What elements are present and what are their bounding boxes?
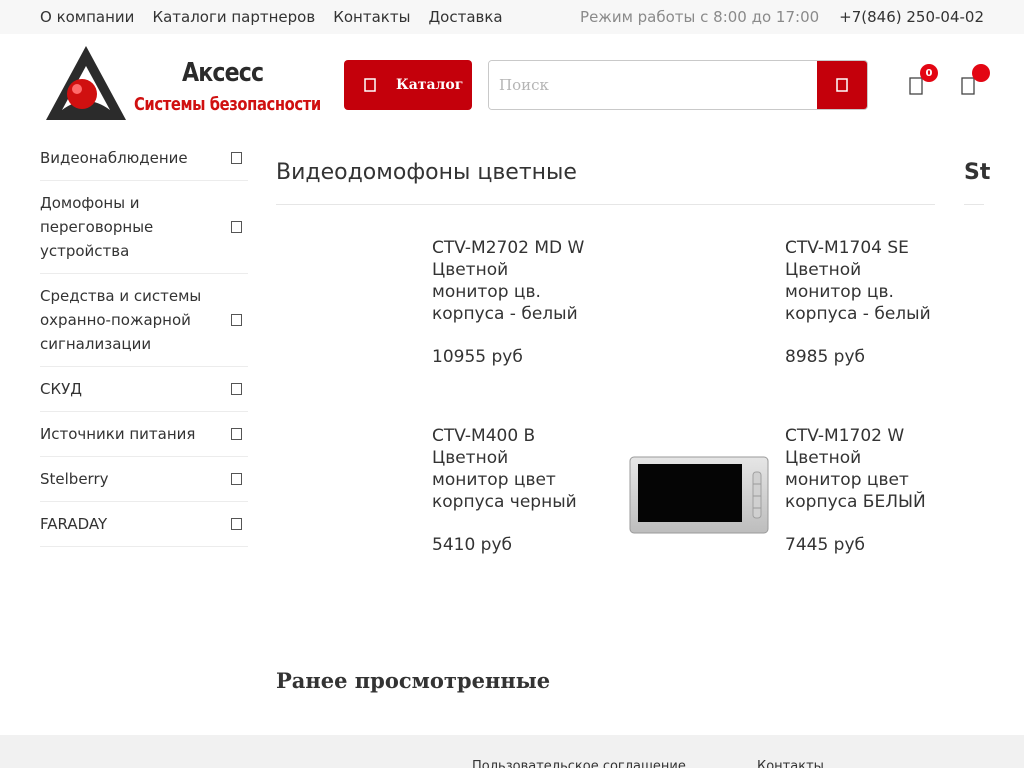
- cart-indicator-badge: [972, 64, 990, 82]
- sidebar-item-access-control[interactable]: СКУД: [40, 367, 248, 412]
- catalog-button-label: Каталог: [396, 77, 464, 93]
- logo-emblem-icon: [46, 46, 126, 120]
- search-button[interactable]: [817, 61, 867, 109]
- product-price: 8985 руб: [785, 347, 866, 367]
- product-card[interactable]: CTV-M2702 MD W Цветной монитор цв. корпу…: [432, 237, 587, 367]
- recently-viewed-title: Ранее просмотренные: [276, 668, 551, 693]
- search-icon: [836, 78, 848, 92]
- logo-subtitle-text: Системы безопасности: [134, 94, 321, 115]
- product-image-monitor[interactable]: [629, 456, 769, 534]
- favorites-button[interactable]: 0: [900, 64, 938, 102]
- top-nav: О компании Каталоги партнеров Контакты Д…: [40, 0, 503, 34]
- sidebar-item-label: FARADAY: [40, 515, 108, 533]
- favorites-count-badge: 0: [920, 64, 938, 82]
- category-sidebar: Видеонаблюдение Домофоны и переговорные …: [40, 136, 248, 547]
- product-price: 5410 руб: [432, 535, 513, 555]
- sidebar-item-label: Видеонаблюдение: [40, 149, 188, 167]
- top-nav-contacts-link[interactable]: Контакты: [333, 8, 410, 26]
- product-name[interactable]: CTV-M400 B Цветной монитор цвет корпуса …: [432, 425, 587, 513]
- top-bar: О компании Каталоги партнеров Контакты Д…: [0, 0, 1024, 34]
- sidebar-item-intercoms[interactable]: Домофоны и переговорные устройства: [40, 181, 248, 274]
- footer-contacts-link[interactable]: Контакты: [757, 759, 824, 768]
- sidebar-item-video-surveillance[interactable]: Видеонаблюдение: [40, 136, 248, 181]
- top-nav-partner-catalogs-link[interactable]: Каталоги партнеров: [152, 8, 315, 26]
- phone-number[interactable]: +7(846) 250-04-02: [839, 8, 984, 26]
- expand-icon[interactable]: [231, 314, 242, 326]
- product-name[interactable]: CTV-M2702 MD W Цветной монитор цв. корпу…: [432, 237, 587, 325]
- footer: Пользовательское соглашение Контакты: [0, 735, 1024, 768]
- sidebar-item-fire-alarm[interactable]: Средства и системы охранно-пожарной сигн…: [40, 274, 248, 367]
- top-info: Режим работы с 8:00 до 17:00 +7(846) 250…: [580, 0, 984, 34]
- top-nav-about-link[interactable]: О компании: [40, 8, 134, 26]
- sidebar-item-label: Stelberry: [40, 470, 109, 488]
- expand-icon[interactable]: [231, 383, 242, 395]
- menu-icon: [344, 78, 396, 92]
- sidebar-item-power-supplies[interactable]: Источники питания: [40, 412, 248, 457]
- cart-icon: [961, 77, 975, 95]
- section-divider: [276, 204, 935, 205]
- catalog-button[interactable]: Каталог: [344, 60, 472, 110]
- heart-icon: [909, 77, 923, 95]
- product-price: 10955 руб: [432, 347, 523, 367]
- product-name[interactable]: CTV-M1704 SE Цветной монитор цв. корпуса…: [785, 237, 940, 325]
- sidebar-item-label: Источники питания: [40, 425, 196, 443]
- next-section-divider: [964, 204, 984, 205]
- sidebar-item-label: СКУД: [40, 380, 82, 398]
- top-nav-delivery-link[interactable]: Доставка: [428, 8, 502, 26]
- expand-icon[interactable]: [231, 518, 242, 530]
- next-section-title: St: [964, 160, 991, 185]
- footer-user-agreement-link[interactable]: Пользовательское соглашение: [472, 759, 686, 768]
- search-box: [488, 60, 868, 110]
- expand-icon[interactable]: [231, 473, 242, 485]
- product-price: 7445 руб: [785, 535, 866, 555]
- expand-icon[interactable]: [231, 428, 242, 440]
- section-title: Видеодомофоны цветные: [276, 160, 577, 185]
- sidebar-item-label: Домофоны и переговорные устройства: [40, 194, 154, 260]
- sidebar-item-stelberry[interactable]: Stelberry: [40, 457, 248, 502]
- product-card[interactable]: CTV-M1704 SE Цветной монитор цв. корпуса…: [785, 237, 940, 367]
- search-input[interactable]: [489, 61, 817, 109]
- site-logo[interactable]: Аксесс Системы безопасности: [42, 44, 321, 124]
- product-card[interactable]: CTV-M400 B Цветной монитор цвет корпуса …: [432, 425, 587, 555]
- logo-brand-text: Аксесс: [182, 58, 264, 88]
- sidebar-item-faraday[interactable]: FARADAY: [40, 502, 248, 547]
- product-name[interactable]: CTV-M1702 W Цветной монитор цвет корпуса…: [785, 425, 940, 513]
- sidebar-item-label: Средства и системы охранно-пожарной сигн…: [40, 287, 202, 353]
- expand-icon[interactable]: [231, 152, 242, 164]
- product-card[interactable]: CTV-M1702 W Цветной монитор цвет корпуса…: [785, 425, 940, 555]
- expand-icon[interactable]: [231, 221, 242, 233]
- cart-button[interactable]: [952, 64, 990, 102]
- working-hours: Режим работы с 8:00 до 17:00: [580, 8, 820, 26]
